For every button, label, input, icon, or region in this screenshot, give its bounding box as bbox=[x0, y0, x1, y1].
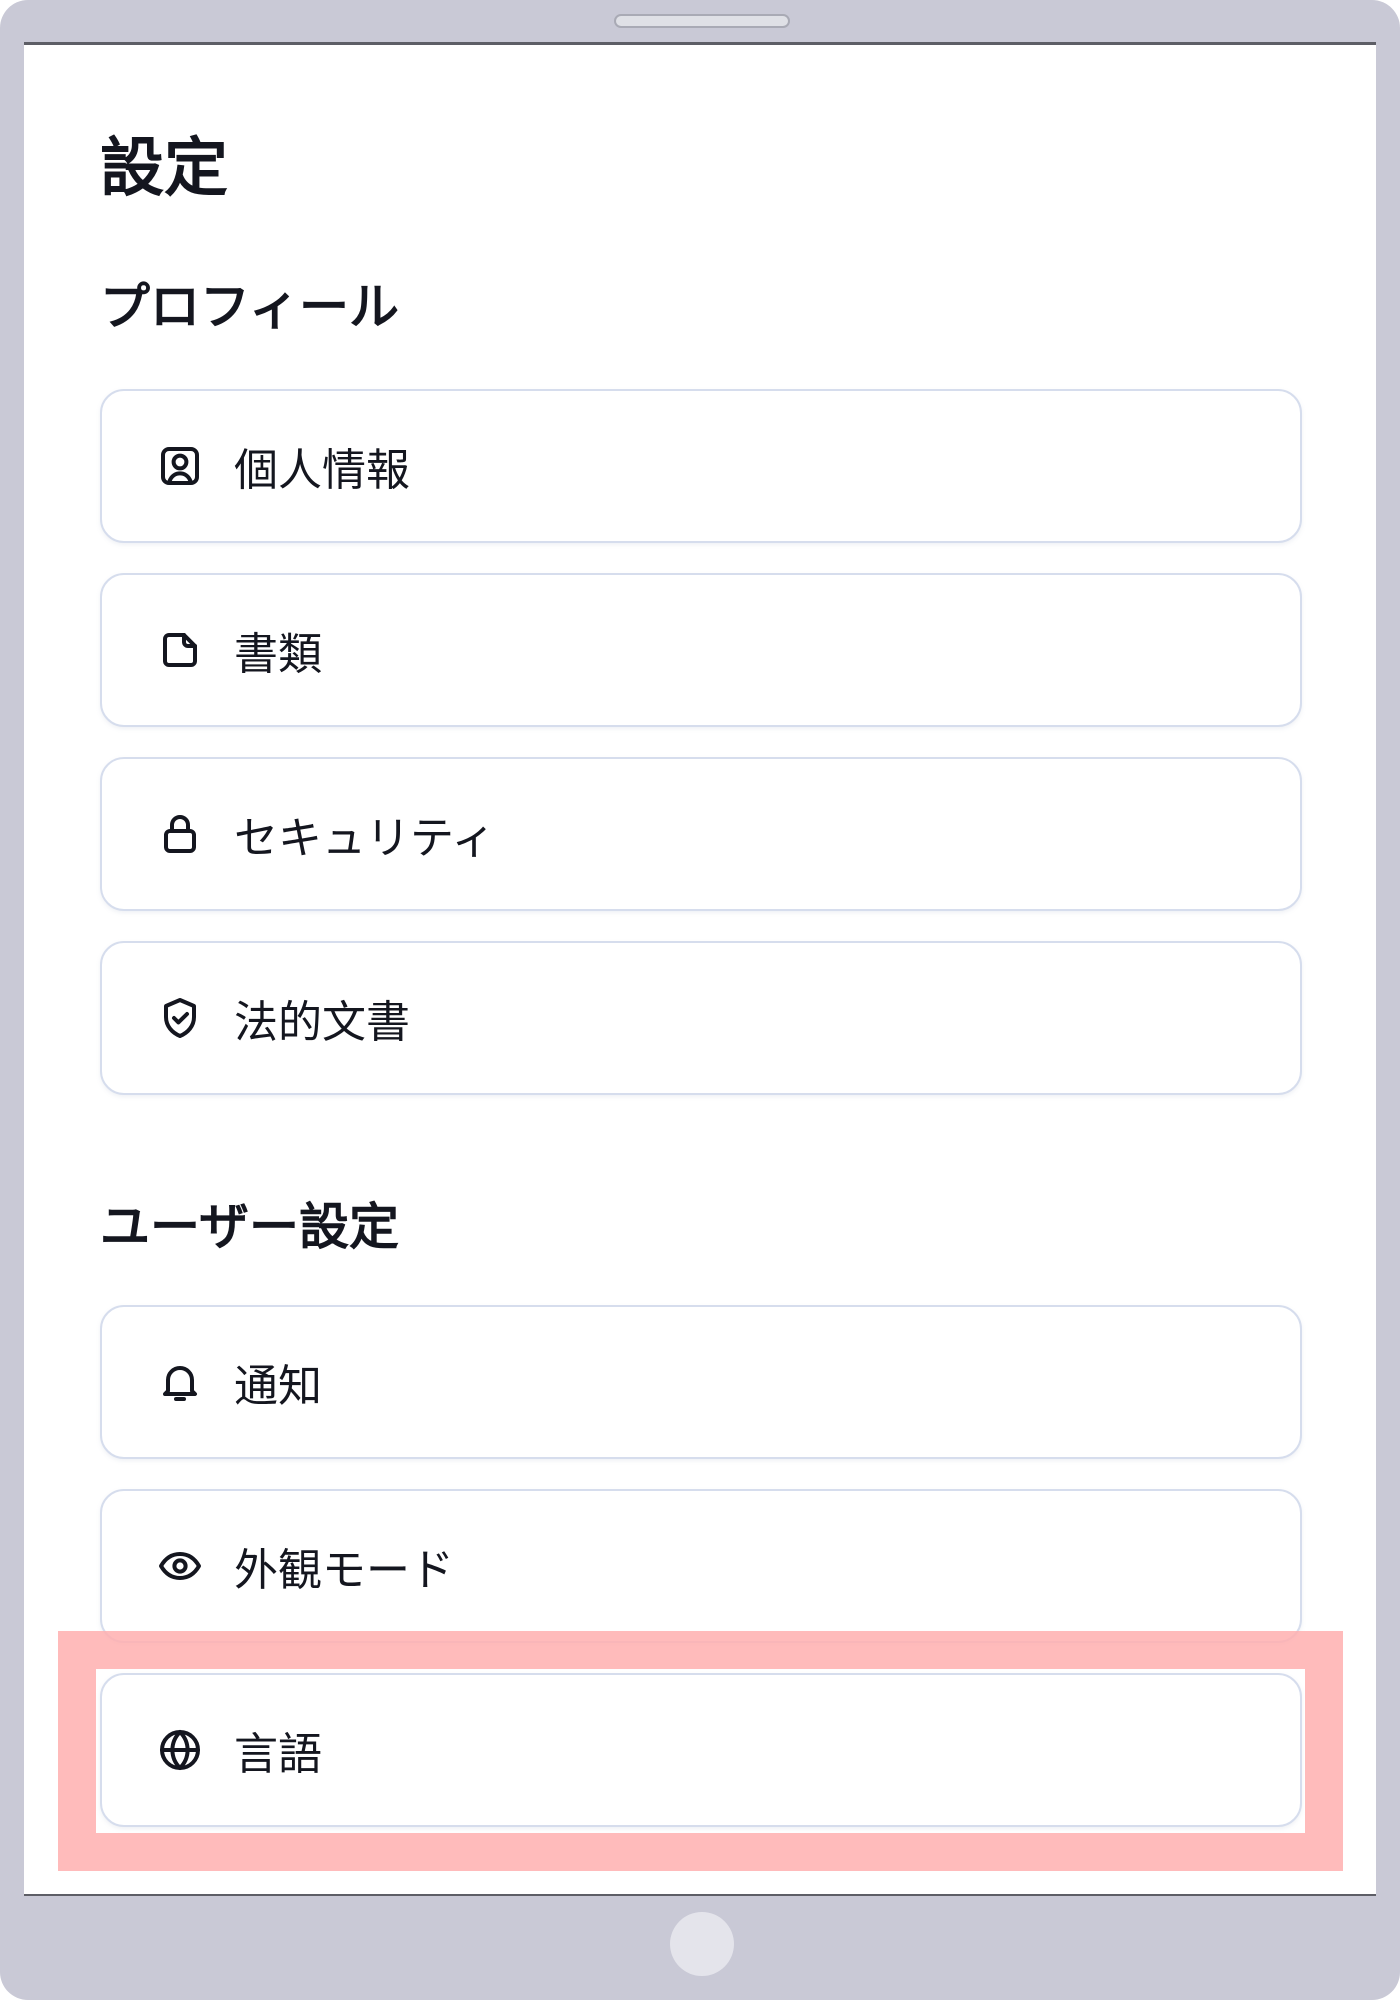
menu-item-label: セキュリティ bbox=[234, 813, 496, 864]
shield-check-icon bbox=[156, 994, 204, 1042]
menu-item-label: 言語 bbox=[234, 1729, 322, 1780]
menu-item-label: 法的文書 bbox=[234, 997, 410, 1048]
menu-item-appearance-mode[interactable]: 外観モード bbox=[100, 1489, 1302, 1643]
device-speaker bbox=[614, 14, 790, 28]
globe-icon bbox=[156, 1726, 204, 1774]
menu-item-label: 書類 bbox=[234, 629, 322, 680]
bell-icon bbox=[156, 1358, 204, 1406]
menu-item-legal-documents[interactable]: 法的文書 bbox=[100, 941, 1302, 1095]
menu-item-label: 外観モード bbox=[234, 1545, 454, 1596]
home-button[interactable] bbox=[670, 1912, 734, 1976]
menu-item-notifications[interactable]: 通知 bbox=[100, 1305, 1302, 1459]
menu-item-personal-info[interactable]: 個人情報 bbox=[100, 389, 1302, 543]
document-icon bbox=[156, 626, 204, 674]
user-square-icon bbox=[156, 442, 204, 490]
page-title: 設定 bbox=[100, 132, 228, 206]
eye-icon bbox=[156, 1542, 204, 1590]
section-title-user-settings: ユーザー設定 bbox=[100, 1198, 399, 1256]
menu-item-security[interactable]: セキュリティ bbox=[100, 757, 1302, 911]
menu-item-documents[interactable]: 書類 bbox=[100, 573, 1302, 727]
menu-item-label: 通知 bbox=[234, 1361, 322, 1412]
menu-item-language[interactable]: 言語 bbox=[100, 1673, 1302, 1827]
device-frame: 設定 プロフィール 個人情報 書類 セキュリティ 法的文書 ユーザー設定 通知 … bbox=[0, 0, 1400, 2000]
menu-item-label: 個人情報 bbox=[234, 445, 410, 496]
section-title-profile: プロフィール bbox=[100, 278, 399, 336]
screen: 設定 プロフィール 個人情報 書類 セキュリティ 法的文書 ユーザー設定 通知 … bbox=[24, 42, 1376, 1896]
lock-icon bbox=[156, 810, 204, 858]
